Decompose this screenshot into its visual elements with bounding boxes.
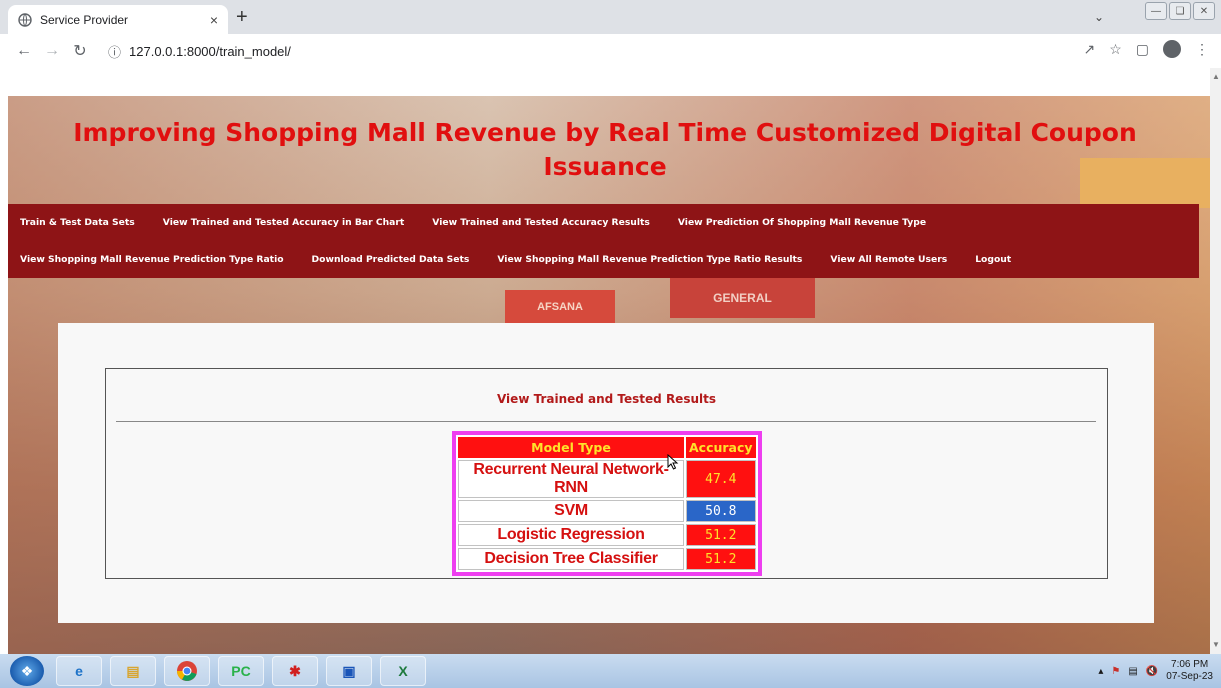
accuracy-cell: 47.4 [686,460,756,498]
content-panel: View Trained and Tested Results Model Ty… [58,323,1154,623]
minimize-button[interactable]: — [1145,2,1167,20]
nav-link-prediction-revenue-type[interactable]: View Prediction Of Shopping Mall Revenue… [678,217,926,228]
browser-toolbar: ← → ↻ ⓘ 127.0.0.1:8000/train_model/ ↗ ☆ … [0,34,1221,68]
results-box: View Trained and Tested Results Model Ty… [105,368,1108,579]
accuracy-table: Model Type Accuracy Recurrent Neural Net… [452,431,762,576]
table-header-row: Model Type Accuracy [458,437,756,458]
url-text[interactable]: 127.0.0.1:8000/train_model/ [129,44,291,59]
column-header-model-type: Model Type [458,437,684,458]
system-clock[interactable]: 7:06 PM 07-Sep-23 [1166,659,1213,683]
toolbar-actions: ↗ ☆ ▢ ⋮ [1083,40,1209,58]
bookmark-star-icon[interactable]: ☆ [1109,41,1122,58]
profile-avatar-icon[interactable] [1163,40,1181,58]
system-tray: ▴ ⚑ ▤ 🔇 7:06 PM 07-Sep-23 [1098,654,1213,688]
start-button[interactable]: ❖ [10,656,44,686]
nav-link-download-predicted-data[interactable]: Download Predicted Data Sets [312,254,470,265]
page-title: Improving Shopping Mall Revenue by Real … [73,118,1137,181]
excel-icon[interactable]: X [380,656,426,686]
nav-link-train-test-data-sets[interactable]: Train & Test Data Sets [20,217,135,228]
background-shop-sign: GENERAL [670,278,815,318]
model-name-cell: Decision Tree Classifier [458,548,684,570]
nav-link-prediction-ratio-results[interactable]: View Shopping Mall Revenue Prediction Ty… [497,254,802,265]
acrobat-reader-icon[interactable]: ✱ [272,656,318,686]
divider [116,421,1096,422]
browser-tabstrip: Service Provider × + ⌄ — ❏ ✕ [0,0,1221,34]
table-row: Logistic Regression 51.2 [458,524,756,546]
nav-link-logout[interactable]: Logout [975,254,1011,265]
accuracy-cell: 51.2 [686,524,756,546]
main-nav: Train & Test Data Sets View Trained and … [8,204,1199,278]
nav-link-accuracy-bar-chart[interactable]: View Trained and Tested Accuracy in Bar … [163,217,405,228]
nav-row: Train & Test Data Sets View Trained and … [20,204,1187,241]
model-name-cell: Recurrent Neural Network-RNN [458,460,684,498]
remote-app-icon[interactable]: ▣ [326,656,372,686]
model-name-cell: Logistic Regression [458,524,684,546]
browser-tab[interactable]: Service Provider × [8,5,228,34]
mouse-cursor-icon [667,454,679,470]
table-row: Recurrent Neural Network-RNN 47.4 [458,460,756,498]
scroll-up-arrow-icon[interactable]: ▲ [1212,72,1220,81]
window-controls: — ❏ ✕ [1145,2,1215,20]
file-explorer-icon[interactable]: ▤ [110,656,156,686]
model-name-cell: SVM [458,500,684,522]
tab-title: Service Provider [40,12,129,27]
table-row: Decision Tree Classifier 51.2 [458,548,756,570]
pycharm-icon[interactable]: PC [218,656,264,686]
volume-muted-icon[interactable]: 🔇 [1146,666,1158,677]
internet-explorer-icon[interactable]: e [56,656,102,686]
nav-link-remote-users[interactable]: View All Remote Users [830,254,947,265]
column-header-accuracy: Accuracy [686,437,756,458]
clock-time: 7:06 PM [1171,659,1209,670]
action-center-flag-icon[interactable]: ⚑ [1111,666,1120,677]
address-bar[interactable]: ⓘ 127.0.0.1:8000/train_model/ [108,42,291,61]
background-shop-sign: AFSANA [505,290,615,324]
accuracy-cell: 51.2 [686,548,756,570]
accuracy-cell-selected: 50.8 [686,500,756,522]
chrome-logo-icon [177,661,197,681]
results-heading: View Trained and Tested Results [496,392,717,406]
nav-link-accuracy-results[interactable]: View Trained and Tested Accuracy Results [432,217,650,228]
tab-close-icon[interactable]: × [210,12,218,28]
tab-search-chevron-icon[interactable]: ⌄ [1094,10,1104,24]
nav-row: View Shopping Mall Revenue Prediction Ty… [20,241,1187,278]
network-icon[interactable]: ▤ [1128,666,1137,677]
chrome-icon[interactable] [164,656,210,686]
menu-kebab-icon[interactable]: ⋮ [1195,41,1209,58]
scroll-down-arrow-icon[interactable]: ▼ [1212,640,1220,649]
table-row: SVM 50.8 [458,500,756,522]
forward-arrow-icon[interactable]: → [40,39,64,63]
windows-taskbar: ❖ e ▤ PC ✱ ▣ X ▴ ⚑ ▤ 🔇 7:06 PM 07-Sep-23 [0,654,1221,688]
page-scrollbar[interactable] [1210,68,1221,654]
share-icon[interactable]: ↗ [1083,41,1095,58]
globe-icon [18,12,32,27]
clock-date: 07-Sep-23 [1166,671,1213,682]
show-hidden-icons-icon[interactable]: ▴ [1098,666,1103,677]
back-arrow-icon[interactable]: ← [12,39,36,63]
web-page: AFSANA GENERAL Improving Shopping Mall R… [0,68,1221,654]
reload-icon[interactable]: ↻ [68,39,92,63]
site-info-icon[interactable]: ⓘ [108,42,121,61]
restore-button[interactable]: ❏ [1169,2,1191,20]
side-panel-icon[interactable]: ▢ [1136,41,1149,58]
nav-link-prediction-type-ratio[interactable]: View Shopping Mall Revenue Prediction Ty… [20,254,284,265]
close-window-button[interactable]: ✕ [1193,2,1215,20]
new-tab-button[interactable]: + [236,6,248,28]
